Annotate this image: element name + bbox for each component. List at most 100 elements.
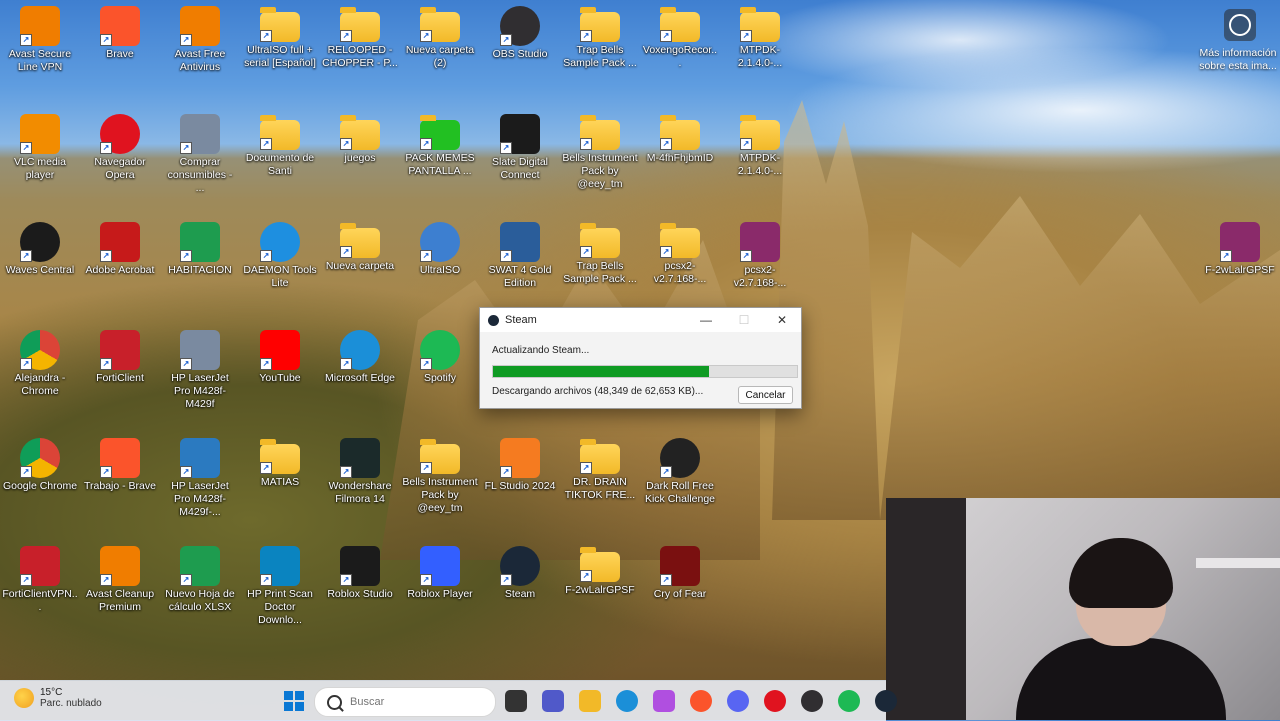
shortcut-arrow-icon: ↗ <box>500 466 512 478</box>
update-status: Actualizando Steam... <box>492 345 590 356</box>
desktop-icon[interactable]: ↗ HP LaserJet Pro M428f-M429f <box>160 324 240 432</box>
desktop-icon-label: RELOOPED - CHOPPER - P... <box>322 44 398 69</box>
desktop-icon-label: Alejandra - Chrome <box>14 372 66 397</box>
desktop-icon[interactable]: ↗ RELOOPED - CHOPPER - P... <box>320 0 400 108</box>
desktop-icon[interactable]: ↗ YouTube <box>240 324 320 432</box>
desktop-icon[interactable]: ↗ FL Studio 2024 <box>480 432 560 540</box>
shortcut-arrow-icon: ↗ <box>180 142 192 154</box>
desktop-icon[interactable]: ↗ UltraISO <box>400 216 480 324</box>
steam-icon[interactable] <box>875 690 897 712</box>
desktop-icon[interactable]: ↗ Trap Bells Sample Pack ... <box>560 0 640 108</box>
daemon-icon: ↗ <box>260 222 300 262</box>
brave-icon[interactable] <box>690 690 712 712</box>
desktop-icon[interactable]: ↗ MATIAS <box>240 432 320 540</box>
desktop-icon[interactable]: ↗ M-4fhFhjbmID <box>640 108 720 216</box>
camera-icon <box>1229 14 1251 36</box>
weather-widget[interactable]: 15°C Parc. nublado <box>14 687 102 709</box>
desktop-icon[interactable]: ↗ Cry of Fear <box>640 540 720 648</box>
desktop-icon[interactable]: ↗ FortiClientVPN... <box>0 540 80 648</box>
file-explorer-icon[interactable] <box>579 690 601 712</box>
task-view-icon[interactable] <box>505 690 527 712</box>
desktop-icon-label: Dark Roll Free Kick Challenge <box>644 480 716 505</box>
desktop-icon[interactable]: ↗ VoxengoRecor... <box>640 0 720 108</box>
desktop-icon-label: Steam <box>504 588 536 600</box>
taskbar-search[interactable] <box>314 687 496 717</box>
spotify-icon[interactable] <box>838 690 860 712</box>
desktop-icon[interactable]: ↗ juegos <box>320 108 400 216</box>
desktop-icon[interactable]: ↗ HP Print Scan Doctor Downlo... <box>240 540 320 648</box>
desktop-icon-label: Bells Instrument Pack by @eey_tm <box>562 152 638 190</box>
desktop-icon[interactable]: ↗ Bells Instrument Pack by @eey_tm <box>400 432 480 540</box>
desktop-icon[interactable]: ↗ Slate Digital Connect <box>480 108 560 216</box>
windows-start-icon[interactable] <box>283 690 305 712</box>
desktop-icon[interactable]: ↗ Documento de Santi <box>240 108 320 216</box>
desktop-icon[interactable]: ↗ Steam <box>480 540 560 648</box>
dialog-titlebar[interactable]: Steam — ☐ ✕ <box>480 308 801 332</box>
desktop-icon[interactable]: ↗ UltraISO full + serial [Español] <box>240 0 320 108</box>
desktop-icon[interactable]: ↗ PACK MEMES PANTALLA ... <box>400 108 480 216</box>
desktop-icon[interactable]: ↗ Brave <box>80 0 160 108</box>
wallpaper-info-button[interactable] <box>1224 9 1256 41</box>
opera-icon[interactable] <box>764 690 786 712</box>
desktop-icon[interactable]: ↗ OBS Studio <box>480 0 560 108</box>
folder-icon: ↗ <box>580 223 620 258</box>
dialog-title: Steam <box>505 314 537 326</box>
shortcut-arrow-icon: ↗ <box>500 34 512 46</box>
obs-icon[interactable] <box>801 690 823 712</box>
desktop-icon[interactable]: ↗ Avast Secure Line VPN <box>0 0 80 108</box>
desktop-icon[interactable]: ↗ Trabajo - Brave <box>80 432 160 540</box>
desktop-icon[interactable]: ↗ DR. DRAIN TIKTOK FRE... <box>560 432 640 540</box>
desktop-icon[interactable]: ↗ Google Chrome <box>0 432 80 540</box>
desktop-icon[interactable]: ↗ Adobe Acrobat <box>80 216 160 324</box>
shortcut-arrow-icon: ↗ <box>100 250 112 262</box>
desktop-icon[interactable]: ↗ Wondershare Filmora 14 <box>320 432 400 540</box>
desktop-icon[interactable]: ↗ Nueva carpeta (2) <box>400 0 480 108</box>
desktop-icon[interactable]: ↗ MTPDK-2.1.4.0-... <box>720 0 800 108</box>
folder-icon: ↗ <box>260 7 300 42</box>
desktop-icon[interactable]: ↗ Roblox Player <box>400 540 480 648</box>
desktop-icon[interactable]: ↗ Alejandra - Chrome <box>0 324 80 432</box>
flstudio-icon: ↗ <box>500 438 540 478</box>
close-button[interactable]: ✕ <box>763 313 801 327</box>
desktop-icon[interactable]: ↗ Avast Free Antivirus <box>160 0 240 108</box>
discord-icon[interactable] <box>727 690 749 712</box>
desktop-icon[interactable]: ↗ Nueva carpeta <box>320 216 400 324</box>
minimize-button[interactable]: — <box>687 313 725 327</box>
desktop-icon[interactable]: ↗ DAEMON Tools Lite <box>240 216 320 324</box>
folder-icon: ↗ <box>260 439 300 474</box>
desktop-icon[interactable]: ↗ FortiClient <box>80 324 160 432</box>
teams-icon[interactable] <box>542 690 564 712</box>
desktop-icon-label: Microsoft Edge <box>324 372 396 384</box>
desktop-icon[interactable]: ↗ Nuevo Hoja de cálculo XLSX <box>160 540 240 648</box>
desktop-icon-label: VoxengoRecor... <box>642 44 718 69</box>
copilot-icon[interactable] <box>653 690 675 712</box>
desktop-icon[interactable]: ↗ VLC media player <box>0 108 80 216</box>
desktop-icon[interactable]: ↗ F-2wLalrGPSF <box>1200 216 1280 324</box>
desktop-icon[interactable]: ↗ F-2wLalrGPSF <box>560 540 640 648</box>
desktop-icon[interactable]: ↗ Microsoft Edge <box>320 324 400 432</box>
desktop-icon[interactable]: ↗ Waves Central <box>0 216 80 324</box>
desktop-icon[interactable]: ↗ Comprar consumibles - ... <box>160 108 240 216</box>
desktop-icon-label: juegos <box>344 152 376 164</box>
desktop-icon-label: Trap Bells Sample Pack ... <box>563 260 637 285</box>
folder-icon: ↗ <box>740 115 780 150</box>
desktop-icon-label: pcsx2-v2.7.168-... <box>733 264 787 289</box>
desktop-icon[interactable]: ↗ Avast Cleanup Premium <box>80 540 160 648</box>
edge-icon[interactable] <box>616 690 638 712</box>
shortcut-arrow-icon: ↗ <box>100 142 112 154</box>
desktop-icon[interactable]: ↗ HP LaserJet Pro M428f-M429f-... <box>160 432 240 540</box>
desktop-icon[interactable]: ↗ Roblox Studio <box>320 540 400 648</box>
desktop-icon[interactable]: ↗ HABITACION <box>160 216 240 324</box>
roblox-icon: ↗ <box>420 546 460 586</box>
desktop-icon[interactable]: ↗ Spotify <box>400 324 480 432</box>
shortcut-arrow-icon: ↗ <box>180 250 192 262</box>
search-input[interactable] <box>348 695 472 709</box>
shortcut-arrow-icon: ↗ <box>1220 250 1232 262</box>
desktop-icon[interactable]: ↗ MTPDK-2.1.4.0-... <box>720 108 800 216</box>
desktop-icon[interactable]: ↗ Dark Roll Free Kick Challenge <box>640 432 720 540</box>
shortcut-arrow-icon: ↗ <box>500 142 512 154</box>
desktop-icon[interactable]: ↗ Navegador Opera <box>80 108 160 216</box>
cancel-button[interactable]: Cancelar <box>738 386 793 404</box>
desktop-icon[interactable]: ↗ Bells Instrument Pack by @eey_tm <box>560 108 640 216</box>
desktop-icon-label: MTPDK-2.1.4.0-... <box>737 44 783 69</box>
